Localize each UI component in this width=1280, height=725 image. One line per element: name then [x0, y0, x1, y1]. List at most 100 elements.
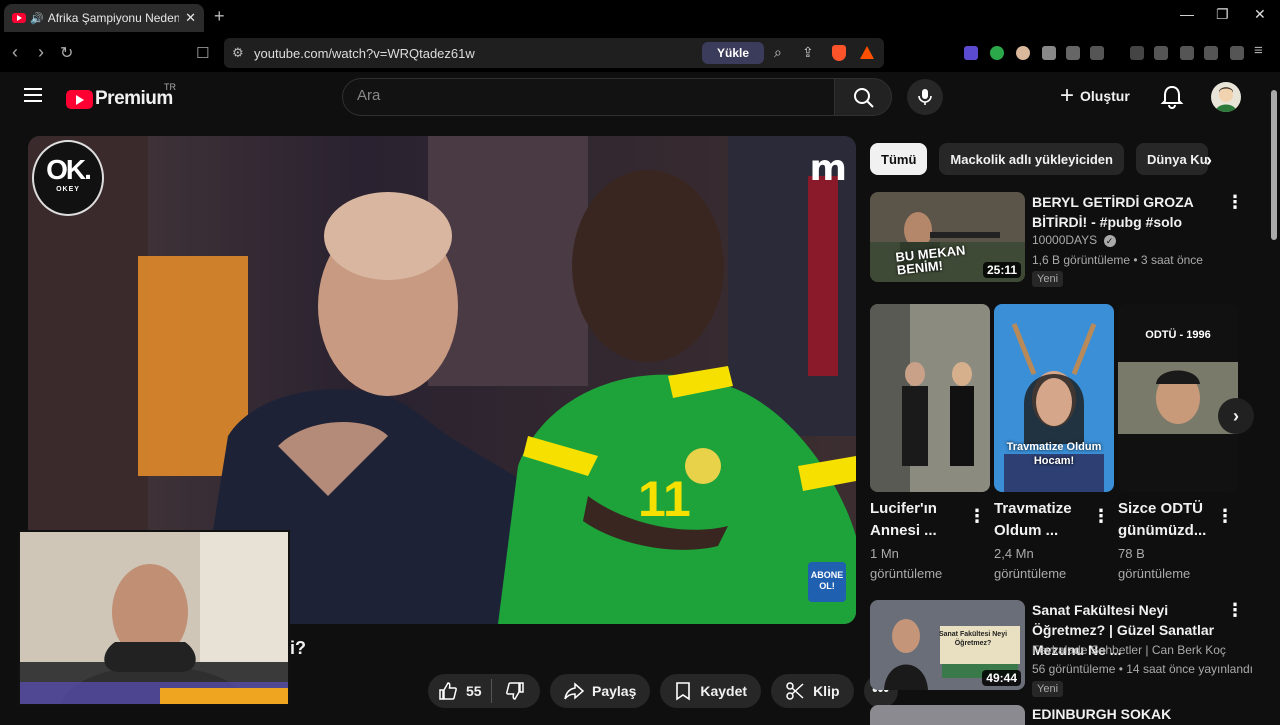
search-box[interactable]	[342, 78, 834, 116]
scissors-icon	[786, 682, 804, 700]
video-title[interactable]: EDINBURGH SOKAK	[1032, 706, 1171, 720]
vpn-icon[interactable]	[1230, 46, 1244, 60]
address-toolbar: ‹ › ↻ ☐ ⚙ youtube.com/watch?v=WRQtadez61…	[0, 34, 1280, 72]
brave-rewards-icon[interactable]	[860, 46, 874, 59]
logo-text: Premium	[95, 88, 173, 109]
clip-button[interactable]: Klip	[771, 674, 854, 708]
menu-icon[interactable]: ≡	[1254, 42, 1263, 59]
zoom-icon[interactable]: ⌕	[774, 44, 782, 61]
video-thumbnail[interactable]	[870, 705, 1025, 725]
forward-icon[interactable]: ›	[38, 42, 44, 63]
maximize-icon[interactable]: ❐	[1216, 6, 1229, 23]
subscribe-overlay[interactable]: ABONE OL!	[808, 562, 846, 602]
short-thumbnail[interactable]	[870, 304, 990, 492]
url-bar[interactable]: ⚙ youtube.com/watch?v=WRQtadez61w Yükle …	[224, 38, 884, 68]
browser-tab[interactable]: 🔊 Afrika Şampiyonu Neden Değ ✕	[4, 4, 204, 32]
avatar[interactable]	[1211, 82, 1241, 112]
page-scrollbar[interactable]	[1268, 72, 1280, 720]
wallet-icon[interactable]	[1180, 46, 1194, 60]
webcam-frame	[20, 532, 288, 704]
extension-icon[interactable]	[1090, 46, 1104, 60]
video-thumbnail[interactable]: Sanat Fakültesi Neyi Öğretmez? 49:44	[870, 600, 1025, 690]
channel-name[interactable]: 10000DAYS ✓	[1032, 233, 1116, 247]
search-input[interactable]	[357, 87, 817, 104]
bookmark-icon[interactable]: ☐	[196, 44, 209, 62]
video-title[interactable]: BERYL GETİRDİ GROZA BİTİRDİ! - #pubg #so…	[1032, 192, 1222, 232]
minimize-icon[interactable]: —	[1180, 6, 1194, 22]
shorts-next-button[interactable]: ›	[1218, 398, 1254, 434]
more-vert-icon[interactable]: ⋮	[1216, 506, 1234, 527]
recommendation-item[interactable]: Sanat Fakültesi Neyi Öğretmez? 49:44 San…	[870, 600, 1253, 697]
leo-ai-icon[interactable]	[1204, 46, 1218, 60]
puzzle-extension-icon[interactable]	[1066, 46, 1080, 60]
new-tab-icon[interactable]: +	[214, 6, 225, 27]
channel-name[interactable]: Fevkalade Sohbetler | Can Berk Koç	[1032, 643, 1226, 657]
like-count: 55	[466, 683, 482, 699]
share-page-icon[interactable]: ⇪	[802, 44, 814, 61]
clip-label: Klip	[813, 683, 840, 699]
chip-world-cup[interactable]: Dünya Kupa	[1135, 143, 1208, 175]
site-settings-icon[interactable]: ⚙	[232, 45, 244, 61]
more-vert-icon[interactable]: ⋮	[1226, 600, 1244, 621]
youtube-logo-icon	[66, 89, 93, 109]
short-thumbnail[interactable]: ODTÜ - 1996	[1118, 304, 1238, 492]
close-window-icon[interactable]: ✕	[1254, 6, 1266, 23]
brave-shields-icon[interactable]	[832, 45, 846, 61]
channel-logo-sub: OKEY	[56, 186, 80, 193]
avatar-image	[1215, 87, 1237, 112]
video-thumbnail[interactable]: BU MEKAN BENİM! 25:11	[870, 192, 1025, 282]
short-title[interactable]: Sizce ODTÜ günümüzd...	[1118, 498, 1218, 542]
short-views: 2,4 Mn görüntüleme	[994, 546, 1067, 581]
chevron-right-icon[interactable]: ›	[1206, 150, 1212, 171]
filter-chips: Tümü Mackolik adlı yükleyiciden Dünya Ku…	[870, 143, 1208, 175]
video-title-fragment: i?	[290, 638, 306, 658]
video-meta: 1,6 B görüntüleme • 3 saat önce	[1032, 253, 1203, 267]
guide-menu-icon[interactable]	[24, 88, 42, 102]
verified-icon: ✓	[1103, 235, 1116, 247]
search-icon	[854, 88, 874, 108]
video-duration: 25:11	[982, 262, 1021, 278]
webcam-overlay	[18, 530, 290, 706]
share-button[interactable]: Paylaş	[550, 674, 651, 708]
channel-logo-text: OK.	[46, 154, 92, 185]
reload-icon[interactable]: ↻	[60, 43, 73, 63]
thumbs-down-icon[interactable]	[505, 681, 525, 701]
like-divider	[491, 679, 492, 703]
save-button[interactable]: Kaydet	[660, 674, 762, 708]
short-title[interactable]: Lucifer'ın Annesi ...	[870, 498, 970, 542]
upload-button[interactable]: Yükle	[702, 42, 764, 64]
extension-icon[interactable]	[990, 46, 1004, 60]
chevron-right-icon: ›	[1233, 405, 1239, 426]
like-button[interactable]: 55	[428, 674, 540, 708]
upload-label: Yükle	[716, 46, 749, 60]
voice-search-button[interactable]	[907, 79, 943, 115]
more-vert-icon[interactable]: ⋮	[1092, 506, 1110, 527]
more-vert-icon[interactable]: ⋮	[1226, 192, 1244, 213]
browser-tab-bar: 🔊 Afrika Şampiyonu Neden Değ ✕ + — ❐ ✕	[0, 0, 1280, 34]
thumbs-up-icon	[439, 682, 457, 700]
sidebar-icon[interactable]	[1154, 46, 1168, 60]
chip-uploader[interactable]: Mackolik adlı yükleyiciden	[939, 143, 1124, 175]
notifications-button[interactable]	[1160, 84, 1184, 115]
search-button[interactable]	[834, 78, 892, 116]
short-thumbnail[interactable]: Travmatize Oldum Hocam!	[994, 304, 1114, 492]
url-text[interactable]: youtube.com/watch?v=WRQtadez61w	[254, 46, 475, 61]
short-title[interactable]: Travmatize Oldum ...	[994, 498, 1094, 542]
new-badge: Yeni	[1032, 681, 1064, 697]
bell-icon	[1160, 85, 1184, 109]
camera-extension-icon[interactable]	[1042, 46, 1056, 60]
more-vert-icon[interactable]: ⋮	[968, 506, 986, 527]
media-icon[interactable]	[1130, 46, 1144, 60]
chip-all[interactable]: Tümü	[870, 143, 928, 175]
recommendation-item[interactable]: BU MEKAN BENİM! 25:11 BERYL GETİRDİ GROZ…	[870, 192, 1250, 287]
youtube-premium-logo[interactable]: Premium TR	[66, 82, 176, 110]
extension-icon[interactable]	[964, 46, 978, 60]
extension-icon[interactable]	[1016, 46, 1030, 60]
close-tab-icon[interactable]: ✕	[185, 10, 196, 26]
back-icon[interactable]: ‹	[12, 42, 18, 63]
save-label: Kaydet	[700, 683, 748, 699]
speaker-icon[interactable]: 🔊	[30, 12, 44, 25]
create-button[interactable]: + Oluştur	[1060, 84, 1130, 108]
scrollbar-thumb[interactable]	[1271, 90, 1277, 240]
tab-title: Afrika Şampiyonu Neden Değ	[47, 11, 180, 25]
